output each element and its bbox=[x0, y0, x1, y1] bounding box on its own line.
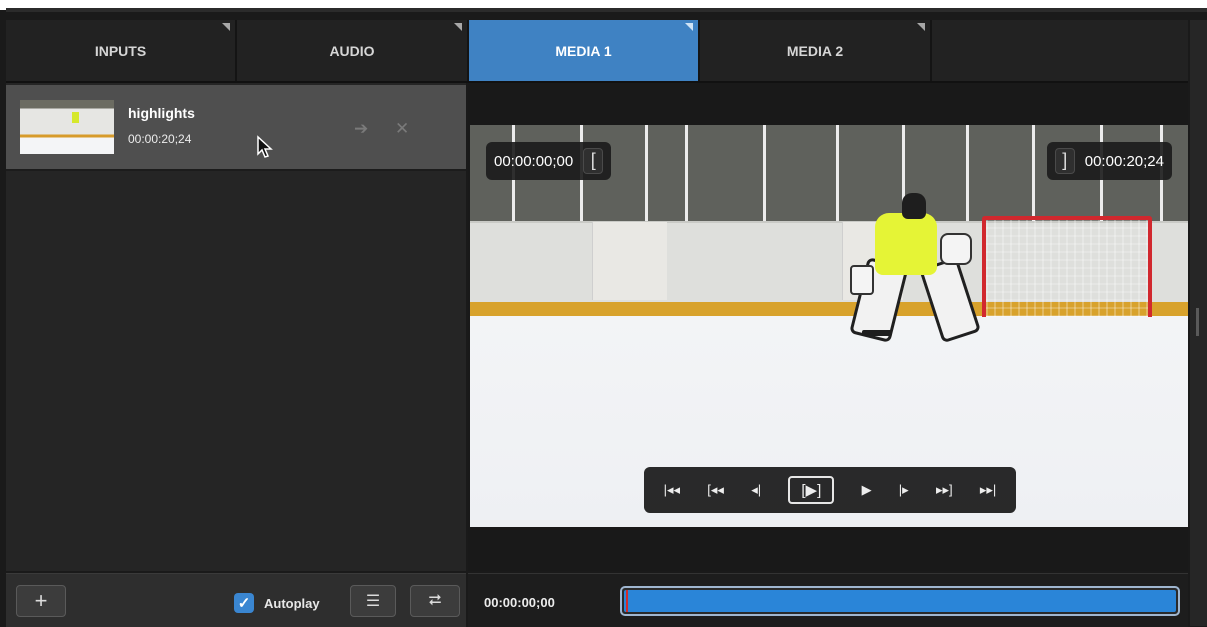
go-to-start-button[interactable]: |◂◂ bbox=[664, 482, 680, 498]
hockey-goalie-thumbnail bbox=[20, 100, 114, 154]
media-item-name: highlights bbox=[128, 105, 195, 121]
goalie-mask bbox=[902, 193, 926, 219]
rink-glass-post bbox=[966, 125, 969, 222]
tab-audio[interactable]: AUDIO bbox=[237, 20, 469, 81]
in-point-time: 00:00:00;00 bbox=[494, 152, 574, 170]
rink-board-panel bbox=[592, 222, 667, 300]
rink-glass-post bbox=[685, 125, 688, 222]
scrubber-bar: 00:00:00;00 bbox=[468, 573, 1188, 627]
autoplay-label: Autoplay bbox=[264, 596, 320, 611]
goalie-blocker bbox=[850, 265, 874, 295]
list-item[interactable]: highlights 00:00:20;24 ➔ ✕ bbox=[6, 85, 466, 171]
current-timecode: 00:00:00;00 bbox=[484, 595, 555, 610]
go-to-end-button[interactable]: ▸▸| bbox=[980, 482, 996, 498]
thumbnail-goalie-figure bbox=[72, 112, 79, 123]
tab-menu-corner-icon[interactable] bbox=[222, 23, 230, 31]
tab-empty[interactable] bbox=[932, 20, 1188, 81]
close-icon[interactable]: ✕ bbox=[395, 119, 409, 138]
tab-label: INPUTS bbox=[94, 42, 147, 59]
media-item-actions: ➔ ✕ bbox=[354, 119, 431, 139]
timeline-fill bbox=[624, 590, 1176, 612]
rink-glass-post bbox=[836, 125, 839, 222]
media-list-footer: + ✓ Autoplay ☰ ⮂ bbox=[6, 573, 466, 627]
add-media-button[interactable]: + bbox=[16, 585, 66, 617]
ice-hockey-goalie-in-crease: 00:00:00;00 [ ] 00:00:20;24 |◂◂ [◂◂ ◂| [… bbox=[470, 125, 1188, 527]
tab-menu-corner-icon[interactable] bbox=[685, 23, 693, 31]
tab-inputs[interactable]: INPUTS bbox=[6, 20, 237, 81]
loop-button[interactable]: ⮂ bbox=[410, 585, 460, 617]
tab-media-2[interactable]: MEDIA 2 bbox=[700, 20, 932, 81]
plus-icon: + bbox=[34, 588, 48, 613]
step-forward-button[interactable]: |▸ bbox=[899, 482, 909, 498]
tab-label: MEDIA 1 bbox=[555, 42, 612, 59]
tab-bar: INPUTS AUDIO MEDIA 1 MEDIA 2 bbox=[6, 20, 1188, 81]
tab-label: AUDIO bbox=[329, 42, 375, 59]
play-button[interactable]: ▶ bbox=[862, 482, 872, 498]
playlist-mode-button[interactable]: ☰ bbox=[350, 585, 396, 617]
arrow-icon[interactable]: ➔ bbox=[354, 119, 368, 138]
goalie-catch-glove bbox=[940, 233, 972, 265]
play-pause-button[interactable]: [▶] bbox=[788, 476, 835, 504]
tab-menu-corner-icon[interactable] bbox=[454, 23, 462, 31]
out-point-time: 00:00:20;24 bbox=[1084, 152, 1164, 170]
loop-icon: ⮂ bbox=[428, 592, 442, 609]
transport-controls: |◂◂ [◂◂ ◂| [▶] ▶ |▸ ▸▸] ▸▸| bbox=[644, 467, 1016, 513]
out-point-timecode: ] 00:00:20;24 bbox=[1046, 142, 1172, 180]
goalie-jersey bbox=[875, 213, 937, 275]
list-icon: ☰ bbox=[365, 593, 381, 610]
playhead-marker[interactable] bbox=[626, 590, 628, 612]
scrollbar-grip[interactable] bbox=[1196, 308, 1199, 336]
set-in-point-button[interactable]: [ bbox=[583, 148, 604, 174]
autoplay-checkbox[interactable]: ✓ bbox=[234, 593, 254, 613]
media-preview-panel: 00:00:00;00 [ ] 00:00:20;24 |◂◂ [◂◂ ◂| [… bbox=[468, 83, 1188, 571]
tab-media-1[interactable]: MEDIA 1 bbox=[469, 20, 700, 81]
rink-glass-post bbox=[763, 125, 766, 222]
tab-label: MEDIA 2 bbox=[786, 42, 844, 59]
mouse-pointer-icon bbox=[257, 135, 273, 158]
set-out-point-button[interactable]: ] bbox=[1054, 148, 1075, 174]
tab-menu-corner-icon[interactable] bbox=[917, 23, 925, 31]
window-top-border bbox=[6, 8, 1207, 12]
timeline-scrubber[interactable] bbox=[620, 586, 1180, 616]
media-item-duration: 00:00:20;24 bbox=[128, 132, 192, 146]
in-point-timecode: 00:00:00;00 [ bbox=[486, 142, 612, 180]
rink-glass-post bbox=[645, 125, 648, 222]
hockey-net-frame bbox=[982, 216, 1152, 317]
go-to-out-point-button[interactable]: ▸▸] bbox=[936, 482, 953, 498]
rink-glass-post bbox=[1032, 125, 1035, 222]
step-back-button[interactable]: ◂| bbox=[751, 482, 761, 498]
checkmark-icon: ✓ bbox=[237, 595, 251, 612]
go-to-in-point-button[interactable]: [◂◂ bbox=[707, 482, 724, 498]
media-list-panel: highlights 00:00:20;24 ➔ ✕ bbox=[6, 83, 466, 571]
goalie-stick bbox=[862, 330, 892, 336]
